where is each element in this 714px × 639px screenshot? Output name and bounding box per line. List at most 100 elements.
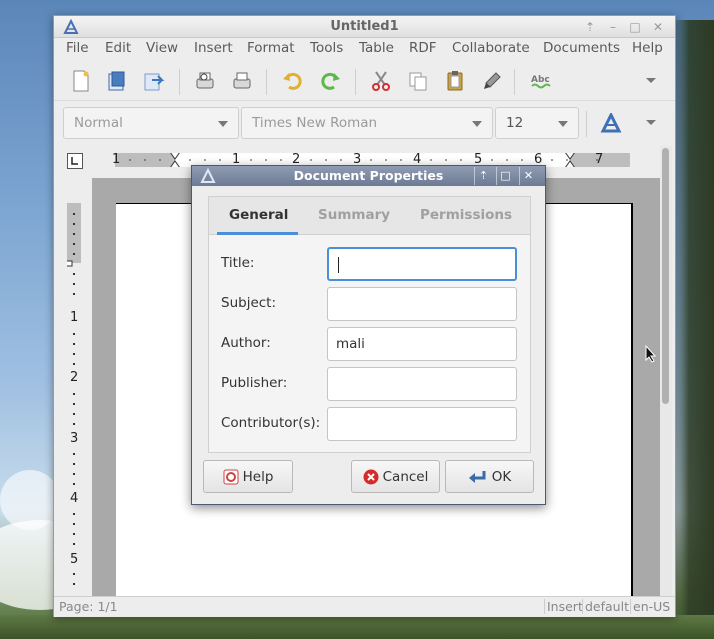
menu-file[interactable]: File [66,40,89,56]
cut-icon[interactable] [366,67,396,95]
window-minimize-icon[interactable]: – [604,18,622,36]
menu-table[interactable]: Table [359,40,394,56]
font-size-value: 12 [506,115,524,131]
dialog-titlebar[interactable]: Document Properties ⇡ □ ✕ [192,166,545,186]
status-mode: Insert [544,599,583,614]
paste-icon[interactable] [440,67,470,95]
tab-stop-selector[interactable] [67,153,83,169]
toolbar-separator [266,69,267,95]
cancel-button-label: Cancel [382,468,429,485]
statusbar: Page: 1/1 Insert default en-US [54,596,675,617]
ruler-v-number: 1 [70,310,79,325]
chevron-down-icon [472,121,482,127]
tab-general[interactable]: General [229,207,288,223]
spellcheck-icon[interactable]: Abc [528,67,558,95]
vertical-scrollbar[interactable] [660,146,672,596]
dialog-maximize-icon[interactable]: □ [496,167,514,185]
help-button[interactable]: Help [203,460,293,493]
ruler-h-number: 7 [595,152,604,167]
undo-icon[interactable] [277,67,307,95]
ruler-v-number: 2 [70,370,79,385]
new-document-icon[interactable] [66,67,96,95]
cancel-button[interactable]: Cancel [351,460,440,493]
style-combo-value: Normal [74,115,123,131]
font-combo-value: Times New Roman [252,115,378,131]
svg-text:Abc: Abc [531,75,550,85]
ok-button-label: OK [491,468,512,485]
ruler-v-number: 4 [70,491,79,506]
redo-icon[interactable] [316,67,346,95]
toolbar-separator [514,69,515,95]
author-field[interactable]: mali [327,327,517,361]
font-combo[interactable]: Times New Roman [241,107,493,139]
dialog-close-icon[interactable]: ✕ [519,167,537,185]
style-combo[interactable]: Normal [63,107,239,139]
save-icon[interactable] [139,67,169,95]
copy-icon[interactable] [403,67,433,95]
menubar: File Edit View Insert Format Tools Table… [54,38,675,60]
publisher-label: Publisher: [221,375,288,391]
cancel-icon [363,469,379,484]
subject-label: Subject: [221,295,277,311]
chevron-down-icon [218,121,228,127]
chevron-down-icon [558,121,568,127]
tab-summary[interactable]: Summary [318,207,390,223]
status-page: Page: 1/1 [59,599,118,614]
menu-documents[interactable]: Documents [543,40,620,56]
title-label: Title: [221,255,255,271]
print-preview-icon[interactable] [190,67,220,95]
dialog-title: Document Properties [293,168,444,183]
tree-silhouette [672,20,714,639]
contributors-field[interactable] [327,407,517,441]
format-overflow-icon[interactable] [636,109,666,137]
text-color-icon[interactable] [596,109,626,137]
menu-edit[interactable]: Edit [105,40,131,56]
menu-help[interactable]: Help [632,40,663,56]
tab-permissions[interactable]: Permissions [420,207,512,223]
help-icon [223,469,239,484]
window-close-icon[interactable]: ✕ [649,18,667,36]
status-style: default [582,599,629,614]
ruler-v-number: 5 [70,552,79,567]
title-field[interactable] [327,247,517,281]
standard-toolbar: Abc [54,61,675,101]
properties-notebook: General Summary Permissions Title: Subje… [208,196,531,453]
ruler-v-number: 3 [70,431,79,446]
contributors-label: Contributor(s): [221,415,321,431]
print-icon[interactable] [227,67,257,95]
author-label: Author: [221,335,271,351]
ok-button[interactable]: OK [445,460,534,493]
toolbar-separator [179,69,180,95]
toolbar-overflow-icon[interactable] [636,67,666,95]
window-maximize-icon[interactable]: □ [626,18,644,36]
enter-arrow-icon [468,470,486,483]
font-size-combo[interactable]: 12 [495,107,579,139]
menu-rdf[interactable]: RDF [409,40,437,56]
menu-collaborate[interactable]: Collaborate [452,40,530,56]
menu-tools[interactable]: Tools [310,40,343,56]
ruler-h-number: 1 [112,152,121,167]
publisher-field[interactable] [327,367,517,401]
format-painter-icon[interactable] [477,67,507,95]
text-caret [338,257,339,273]
menu-format[interactable]: Format [247,40,295,56]
menu-view[interactable]: View [146,40,178,56]
status-language: en-US [630,599,670,614]
dialog-shade-icon[interactable]: ⇡ [474,167,492,185]
window-shade-icon[interactable]: ⇡ [581,18,599,36]
mouse-pointer-icon [645,345,657,363]
format-toolbar: Normal Times New Roman 12 [54,103,675,145]
window-titlebar[interactable]: Untitled1 ⇡ – □ ✕ [54,16,675,38]
toolbar-separator [355,69,356,95]
help-button-label: Help [242,468,274,485]
author-field-value: mali [336,336,365,352]
toolbar-separator [586,111,587,137]
ground [0,615,714,639]
menu-insert[interactable]: Insert [194,40,233,56]
subject-field[interactable] [327,287,517,321]
vertical-ruler[interactable] [67,203,81,598]
tab-bar: General Summary Permissions [209,197,530,235]
document-properties-dialog: Document Properties ⇡ □ ✕ General Summar… [191,165,546,505]
scrollbar-thumb[interactable] [662,148,669,404]
open-icon[interactable] [102,67,132,95]
